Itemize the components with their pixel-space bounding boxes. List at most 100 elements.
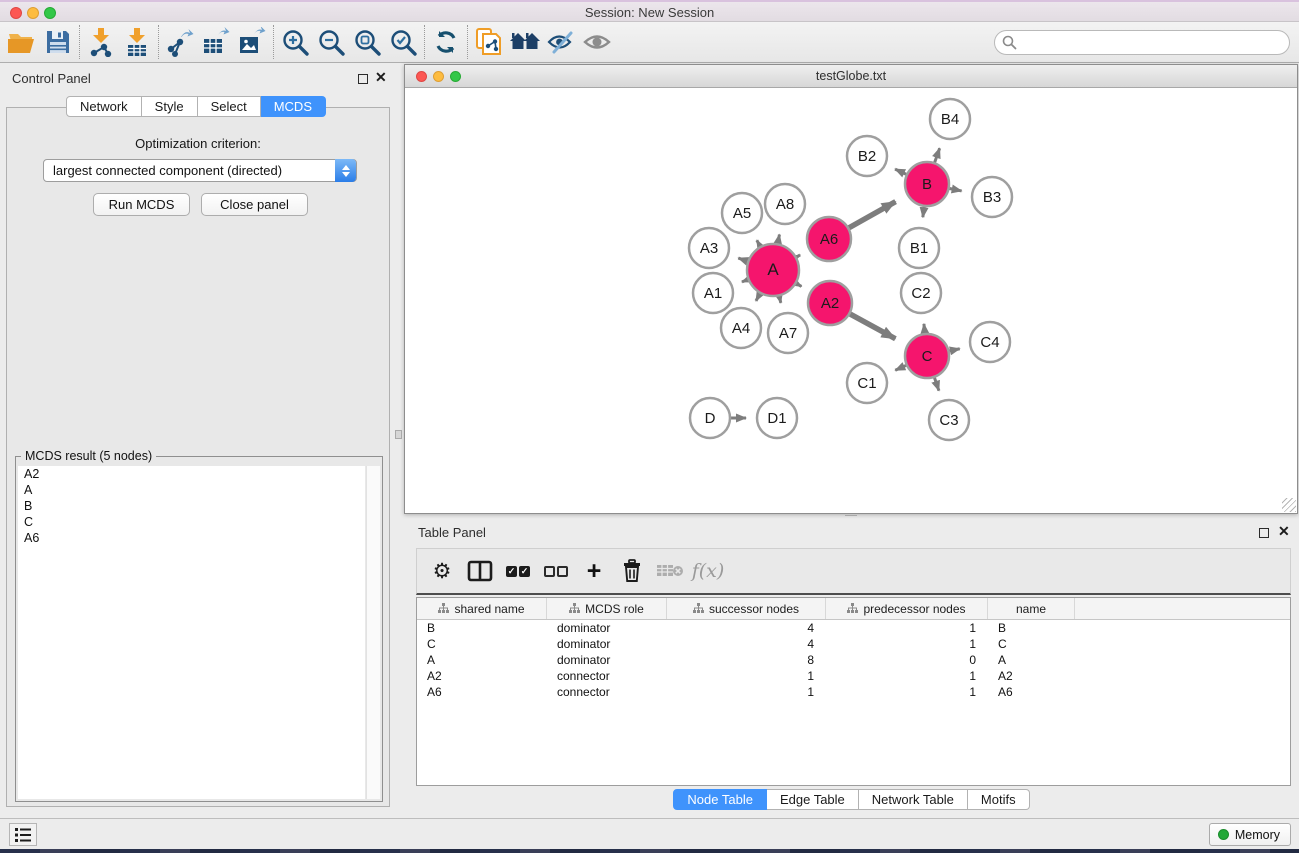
edge-B-B2[interactable] [895, 169, 906, 174]
edge-A6-B[interactable] [849, 202, 896, 228]
import-network-icon[interactable] [83, 24, 119, 60]
result-list-scrollbar[interactable] [366, 466, 380, 799]
zoom-fit-icon[interactable] [349, 24, 385, 60]
cell-shared-name[interactable]: A2 [417, 668, 547, 684]
edge-B-B4[interactable] [935, 148, 940, 162]
export-table-icon[interactable] [198, 24, 234, 60]
tab-select[interactable]: Select [198, 96, 261, 117]
cell-mcds-role[interactable]: connector [547, 668, 667, 684]
edge-A2-C[interactable] [850, 314, 895, 339]
cell-mcds-role[interactable]: dominator [547, 620, 667, 636]
edge-C-C4[interactable] [949, 349, 959, 351]
optimization-criterion-dropdown[interactable]: largest connected component (directed) [43, 159, 357, 182]
column-header-predecessor-nodes[interactable]: predecessor nodes [826, 598, 988, 619]
cell-mcds-role[interactable]: connector [547, 684, 667, 700]
cell-shared-name[interactable]: A6 [417, 684, 547, 700]
edge-A-A8[interactable] [778, 234, 780, 243]
cell-mcds-role[interactable]: dominator [547, 636, 667, 652]
task-history-button[interactable] [9, 823, 37, 846]
memory-button[interactable]: Memory [1209, 823, 1291, 846]
cell-name[interactable]: A [988, 652, 1075, 668]
close-table-panel-icon[interactable]: ✕ [1278, 523, 1290, 540]
column-header-shared-name[interactable]: shared name [417, 598, 547, 619]
edge-C-C3[interactable] [934, 378, 938, 391]
cell-name[interactable]: C [988, 636, 1075, 652]
cell-predecessor-nodes[interactable]: 1 [826, 636, 988, 652]
node-table[interactable]: shared nameMCDS rolesuccessor nodesprede… [416, 597, 1291, 786]
home-icon[interactable] [507, 24, 543, 60]
edge-A-A7[interactable] [779, 296, 781, 303]
zoom-selected-icon[interactable] [385, 24, 421, 60]
cell-name[interactable]: A6 [988, 684, 1075, 700]
table-row[interactable]: Adominator80A [417, 652, 1290, 668]
result-item[interactable]: A [18, 482, 365, 498]
cell-predecessor-nodes[interactable]: 1 [826, 620, 988, 636]
save-session-icon[interactable] [40, 24, 76, 60]
import-table-icon[interactable] [119, 24, 155, 60]
tab-motifs[interactable]: Motifs [968, 789, 1030, 810]
cell-successor-nodes[interactable]: 1 [667, 668, 826, 684]
tab-network[interactable]: Network [66, 96, 142, 117]
edge-A-A4[interactable] [756, 294, 760, 301]
cell-predecessor-nodes[interactable]: 1 [826, 668, 988, 684]
cell-shared-name[interactable]: A [417, 652, 547, 668]
dropdown-stepper-icon[interactable] [335, 159, 356, 182]
settings-gear-icon[interactable]: ⚙ [425, 553, 459, 589]
export-image-icon[interactable] [234, 24, 270, 60]
cell-successor-nodes[interactable]: 8 [667, 652, 826, 668]
tab-style[interactable]: Style [142, 96, 198, 117]
result-item[interactable]: A6 [18, 530, 365, 546]
hide-selected-eye-icon[interactable] [543, 24, 579, 60]
column-header-successor-nodes[interactable]: successor nodes [667, 598, 826, 619]
edge-C-C1[interactable] [895, 365, 906, 370]
close-panel-button[interactable]: Close panel [201, 193, 308, 216]
column-header-mcds-role[interactable]: MCDS role [547, 598, 667, 619]
float-table-panel-icon[interactable] [1259, 528, 1269, 538]
result-item[interactable]: A2 [18, 466, 365, 482]
tab-network-table[interactable]: Network Table [859, 789, 968, 810]
edge-C-C2[interactable] [924, 324, 925, 333]
cell-shared-name[interactable]: C [417, 636, 547, 652]
refresh-icon[interactable] [428, 24, 464, 60]
mcds-result-list[interactable]: A2ABCA6 [18, 466, 365, 799]
export-network-icon[interactable] [162, 24, 198, 60]
edge-A-A5[interactable] [757, 240, 760, 246]
split-columns-icon[interactable] [463, 553, 497, 589]
network-canvas[interactable]: AA1A2A3A4A5A6A7A8BB1B2B3B4CC1C2C3C4DD1 [405, 88, 1297, 513]
edge-B-B1[interactable] [923, 207, 924, 217]
result-item[interactable]: B [18, 498, 365, 514]
table-row[interactable]: A2connector11A2 [417, 668, 1290, 684]
cell-name[interactable]: B [988, 620, 1075, 636]
edge-B-B3[interactable] [950, 189, 962, 191]
result-item[interactable]: C [18, 514, 365, 530]
float-panel-icon[interactable] [358, 74, 368, 84]
table-row[interactable]: A6connector11A6 [417, 684, 1290, 700]
vertical-divider-grip[interactable] [395, 430, 402, 439]
cell-name[interactable]: A2 [988, 668, 1075, 684]
tab-mcds[interactable]: MCDS [261, 96, 326, 117]
show-all-eye-icon[interactable] [579, 24, 615, 60]
search-input[interactable] [1017, 33, 1289, 53]
network-window-titlebar[interactable]: testGlobe.txt [405, 65, 1297, 88]
cell-predecessor-nodes[interactable]: 1 [826, 684, 988, 700]
cell-shared-name[interactable]: B [417, 620, 547, 636]
run-mcds-button[interactable]: Run MCDS [93, 193, 190, 216]
cell-successor-nodes[interactable]: 1 [667, 684, 826, 700]
cell-predecessor-nodes[interactable]: 0 [826, 652, 988, 668]
deselect-all-checkboxes-icon[interactable] [539, 553, 573, 589]
edge-A-A2[interactable] [796, 284, 801, 287]
cell-mcds-role[interactable]: dominator [547, 652, 667, 668]
delete-column-icon[interactable] [615, 553, 649, 589]
open-file-icon[interactable] [4, 24, 40, 60]
close-panel-icon[interactable]: ✕ [375, 69, 387, 86]
edge-A-A1[interactable] [742, 280, 748, 282]
tab-edge-table[interactable]: Edge Table [767, 789, 859, 810]
edge-A-A3[interactable] [738, 258, 747, 261]
select-all-checkboxes-icon[interactable]: ✓✓ [501, 553, 535, 589]
zoom-in-icon[interactable] [277, 24, 313, 60]
cell-successor-nodes[interactable]: 4 [667, 620, 826, 636]
table-row[interactable]: Bdominator41B [417, 620, 1290, 636]
window-resize-grip[interactable] [1282, 498, 1296, 512]
cell-successor-nodes[interactable]: 4 [667, 636, 826, 652]
new-network-from-file-icon[interactable] [471, 24, 507, 60]
